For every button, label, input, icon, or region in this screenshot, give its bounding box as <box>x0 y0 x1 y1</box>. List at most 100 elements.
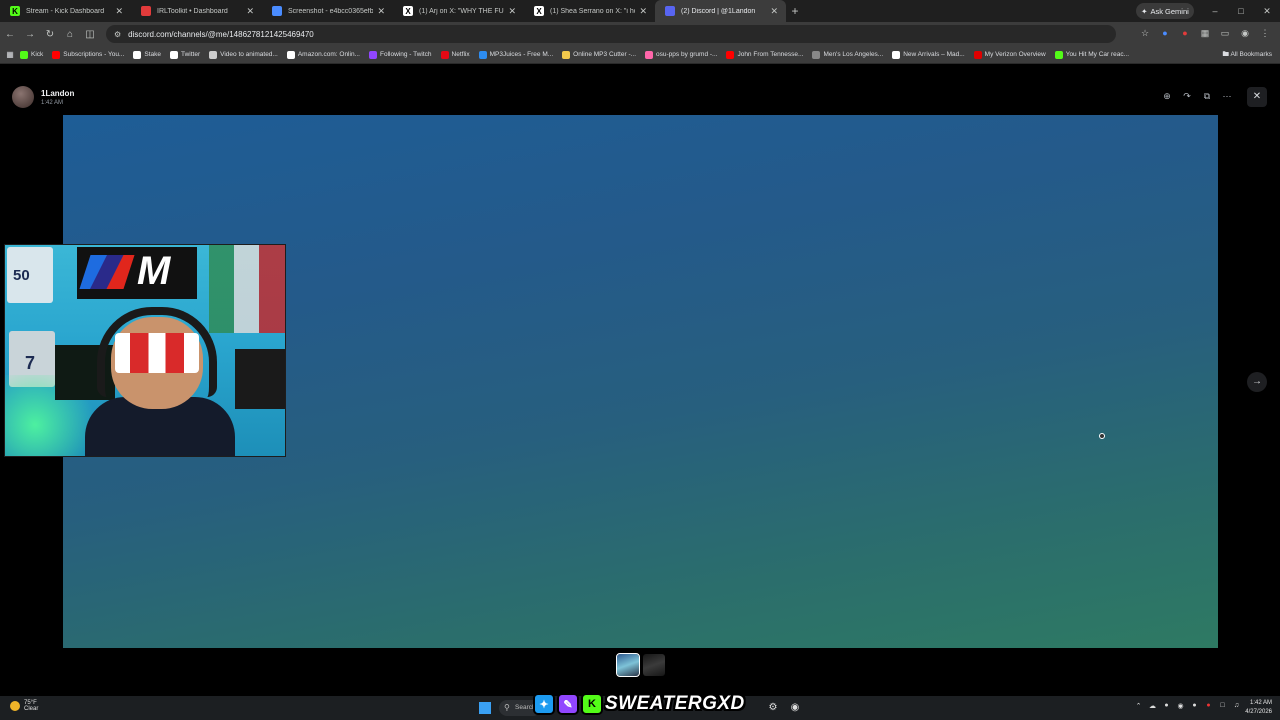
author-name[interactable]: 1Landon <box>41 89 74 98</box>
close-viewer-button[interactable]: ✕ <box>1247 87 1267 107</box>
open-external-icon[interactable]: ⧉ <box>1200 89 1214 103</box>
new-tab-button[interactable]: + <box>786 4 804 18</box>
minimize-icon[interactable]: – <box>1202 0 1228 22</box>
chrome-icon[interactable]: ◉ <box>788 701 802 715</box>
browser-menu-icon[interactable]: ⋮ <box>1258 26 1272 40</box>
more-options-icon[interactable]: ⋯ <box>1220 89 1234 103</box>
zoom-icon[interactable]: ⊕ <box>1160 89 1174 103</box>
x-icon: X <box>534 6 544 16</box>
message-timestamp: 1:42 AM <box>41 99 64 106</box>
taskbar-clock[interactable]: 1:42 AM 4/27/2026 <box>1245 699 1272 717</box>
tray-network-icon[interactable]: □ <box>1218 702 1227 710</box>
ask-gemini-button[interactable]: ✦ Ask Gemini <box>1136 3 1194 19</box>
m-letter: M <box>137 249 171 293</box>
bookmark-favicon-icon <box>478 50 487 59</box>
browser-tab[interactable]: X (1) Shea Serrano on X: "i hope ✕ <box>524 0 655 22</box>
bookmark-item[interactable]: Kick <box>20 50 43 59</box>
bookmark-item[interactable]: You Hit My Car reac... <box>1054 50 1130 59</box>
bookmark-favicon-icon <box>20 50 28 59</box>
browser-tab[interactable]: K Stream - Kick Dashboard ✕ <box>0 0 131 22</box>
tray-shield-icon[interactable]: ● <box>1190 702 1199 710</box>
bookmark-item[interactable]: MP3Juices - Free M... <box>478 50 553 59</box>
browser-tab[interactable]: Screenshot - e4bcc0365efb43 ✕ <box>262 0 393 22</box>
side-panel-icon[interactable]: ◫ <box>80 29 100 40</box>
bookmark-item[interactable]: Men's Los Angeles... <box>812 50 884 59</box>
browser-tab[interactable]: X (1) Arj on X: "WHY THE FUCK ✕ <box>393 0 524 22</box>
profile-avatar-icon[interactable]: ◉ <box>1238 26 1252 40</box>
browser-tab[interactable]: (2) Discord | @1Landon ✕ <box>655 0 786 22</box>
settings-gear-icon[interactable]: ⚙ <box>766 701 780 715</box>
extension-shield-icon[interactable]: ● <box>1158 26 1172 40</box>
bookmark-item[interactable]: Stake <box>133 50 161 59</box>
all-bookmarks-label: All Bookmarks <box>1230 51 1272 58</box>
url-text: discord.com/channels/@me/148627812142546… <box>128 29 314 39</box>
thumbnail-1[interactable] <box>616 653 640 677</box>
twitch-icon: ✎ <box>557 693 579 715</box>
bookmark-item[interactable]: Video to animated... <box>209 50 278 59</box>
extension-ublock-icon[interactable]: ● <box>1178 26 1192 40</box>
tray-volume-icon[interactable]: ♫ <box>1232 702 1241 710</box>
bookmark-item[interactable]: Amazon.com: Onlin... <box>286 50 360 59</box>
thumbnail-2[interactable] <box>643 654 665 676</box>
close-tab-icon[interactable]: ✕ <box>377 6 385 17</box>
bookmark-label: New Arrivals – Mad... <box>903 51 965 58</box>
bookmark-item[interactable]: Subscriptions - You... <box>52 50 124 59</box>
share-icon[interactable]: ↷ <box>1180 89 1194 103</box>
close-tab-icon[interactable]: ✕ <box>508 6 516 17</box>
bookmark-item[interactable]: Twitter <box>169 50 200 59</box>
system-tray: ⌃ ☁ ● ◉ ● ● □ ♫ <box>1134 702 1241 710</box>
extensions-puzzle-icon[interactable]: ▦ <box>1198 26 1212 40</box>
browser-tab-strip: K Stream - Kick Dashboard ✕ IRLToolkit • Da… <box>0 0 1280 22</box>
bookmark-item[interactable]: osu-pps by grumd -... <box>645 50 717 59</box>
folder-icon: 🖿 <box>1222 51 1230 58</box>
tab-search-icon[interactable]: ▭ <box>1218 26 1232 40</box>
bookmark-item[interactable]: New Arrivals – Mad... <box>892 50 965 59</box>
browser-tab[interactable]: IRLToolkit • Dashboard ✕ <box>131 0 262 22</box>
tab-title: (1) Shea Serrano on X: "i hope <box>550 7 635 15</box>
gemini-sparkle-icon: ✦ <box>1141 6 1148 16</box>
bookmark-star-icon[interactable]: ☆ <box>1138 26 1152 40</box>
bookmark-list: Kick Subscriptions - You... Stake Twitter Vi… <box>20 50 1138 59</box>
taskbar-apps: ⚙ ◉ <box>766 701 802 715</box>
reload-icon[interactable]: ↻ <box>40 29 60 40</box>
headphones <box>97 307 217 397</box>
tray-chevron-icon[interactable]: ⌃ <box>1134 702 1143 710</box>
tray-app-icon[interactable]: ● <box>1162 702 1171 710</box>
bookmark-favicon-icon <box>52 50 61 59</box>
next-image-button[interactable]: → <box>1247 372 1267 392</box>
weather-widget[interactable]: 75°F Clear <box>10 700 38 712</box>
close-tab-icon[interactable]: ✕ <box>639 6 647 17</box>
bookmark-item[interactable]: My Verizon Overview <box>973 50 1046 59</box>
bookmark-item[interactable]: John From Tennesse... <box>726 50 803 59</box>
back-icon[interactable]: ← <box>0 29 20 40</box>
bookmark-label: Netflix <box>451 51 470 58</box>
bookmark-label: Men's Los Angeles... <box>823 51 884 58</box>
maximize-icon[interactable]: □ <box>1228 0 1254 22</box>
all-bookmarks-button[interactable]: 🖿 All Bookmarks <box>1223 50 1273 61</box>
close-tab-icon[interactable]: ✕ <box>770 6 778 17</box>
tray-cloud-icon[interactable]: ☁ <box>1148 702 1157 710</box>
bookmark-item[interactable]: Following - Twitch <box>368 50 432 59</box>
address-bar[interactable]: ⚙ discord.com/channels/@me/1486278121425… <box>106 25 1116 43</box>
bookmark-label: Stake <box>144 51 161 58</box>
apps-grid-icon[interactable]: ▦ <box>0 50 20 59</box>
forward-icon[interactable]: → <box>20 29 40 40</box>
close-tab-icon[interactable]: ✕ <box>115 6 123 17</box>
tray-mic-icon[interactable]: ● <box>1204 702 1213 710</box>
windows-start-icon[interactable] <box>479 702 491 714</box>
tray-steam-icon[interactable]: ◉ <box>1176 702 1185 710</box>
bookmark-item[interactable]: Netflix <box>440 50 470 59</box>
tab-list: K Stream - Kick Dashboard ✕ IRLToolkit • Da… <box>0 0 786 22</box>
site-info-icon[interactable]: ⚙ <box>114 30 121 39</box>
image-thumbnails <box>616 653 665 677</box>
bookmark-favicon-icon <box>1054 50 1063 59</box>
bookmark-label: Video to animated... <box>220 51 278 58</box>
close-tab-icon[interactable]: ✕ <box>246 6 254 17</box>
close-window-icon[interactable]: ✕ <box>1254 0 1280 22</box>
avatar[interactable] <box>12 86 34 108</box>
bookmark-label: You Hit My Car reac... <box>1065 51 1130 58</box>
home-icon[interactable]: ⌂ <box>60 29 80 40</box>
ask-gemini-label: Ask Gemini <box>1150 6 1189 16</box>
bookmark-item[interactable]: Online MP3 Cutter -... <box>562 50 636 59</box>
mouse-cursor-icon <box>1099 433 1105 439</box>
